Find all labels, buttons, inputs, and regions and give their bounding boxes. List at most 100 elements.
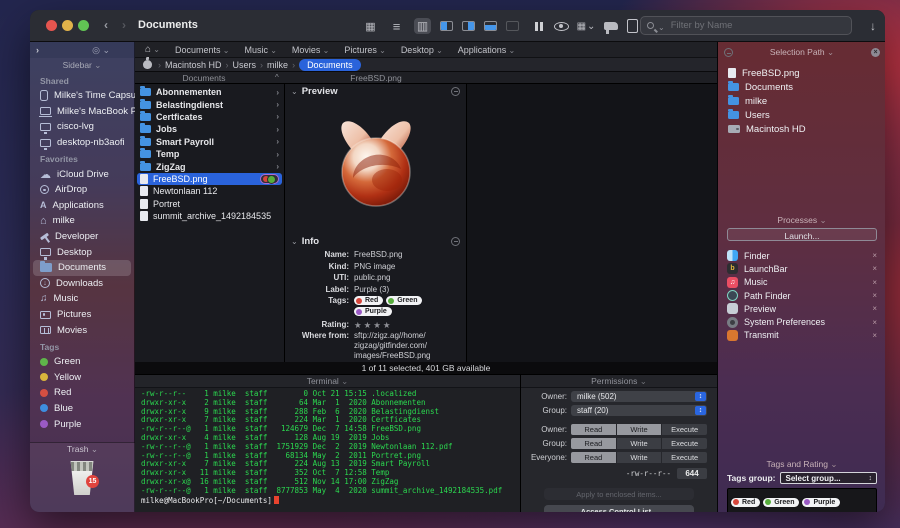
owner-write-toggle[interactable]: Write	[616, 424, 662, 435]
quit-process-icon[interactable]	[872, 331, 877, 340]
sidebar-item-desktop[interactable]: Desktop	[30, 244, 134, 260]
split-left-pane-button[interactable]	[440, 21, 453, 31]
file-row-folder[interactable]: Belastingdienst	[135, 98, 284, 110]
quit-process-icon[interactable]	[872, 304, 877, 313]
split-top-pane-button[interactable]	[506, 21, 519, 31]
quit-process-icon[interactable]	[872, 291, 877, 300]
documents-menu-dropdown[interactable]: Documents	[175, 45, 229, 55]
file-row[interactable]: summit_archive_1492184535	[135, 210, 284, 222]
sidebar-tag-blue[interactable]: Blue	[30, 401, 134, 417]
file-row-folder[interactable]: Certficates	[135, 110, 284, 123]
preview-section-header[interactable]: Preview	[285, 84, 466, 98]
octal-value-field[interactable]: 644	[677, 468, 707, 479]
minimize-window-button[interactable]	[62, 20, 73, 31]
info-section-header[interactable]: Info	[285, 234, 466, 248]
tag-pill-red[interactable]: Red	[354, 296, 384, 305]
selection-path-item-folder[interactable]: milke	[718, 94, 885, 108]
group-write-toggle[interactable]: Write	[616, 438, 662, 449]
sidebar-item-downloads[interactable]: Downloads	[30, 276, 134, 292]
collapse-drawer-icon[interactable]	[724, 48, 733, 57]
titlebar[interactable]: ‹ › Documents	[30, 10, 885, 42]
breadcrumb-users[interactable]: Users	[233, 60, 257, 70]
sidebar-item-documents[interactable]: Documents	[33, 259, 131, 276]
breadcrumb-current-documents[interactable]: Documents	[299, 58, 361, 71]
file-row-folder[interactable]: Abonnementen	[135, 86, 284, 98]
sidebar-item-developer[interactable]: Developer	[30, 229, 134, 245]
pictures-menu-dropdown[interactable]: Pictures	[344, 45, 385, 55]
download-arrow-icon[interactable]	[870, 19, 876, 33]
split-right-pane-button[interactable]	[462, 21, 475, 31]
owner-execute-toggle[interactable]: Execute	[662, 424, 708, 435]
collapse-pane-icon[interactable]	[451, 236, 460, 246]
applications-menu-dropdown[interactable]: Applications	[458, 45, 515, 55]
apple-icon[interactable]	[143, 57, 152, 69]
owner-read-toggle[interactable]: Read	[571, 424, 616, 435]
processes-title[interactable]: Processes	[724, 215, 880, 226]
group-execute-toggle[interactable]: Execute	[662, 438, 708, 449]
tags-rating-title[interactable]: Tags and Rating	[724, 459, 880, 470]
everyone-execute-toggle[interactable]: Execute	[662, 452, 708, 463]
sidebar-item-time-capsule[interactable]: Milke's Time Capsule	[30, 88, 143, 104]
quit-process-icon[interactable]	[872, 278, 877, 287]
view-options-dropdown-button[interactable]	[578, 18, 595, 34]
everyone-read-toggle[interactable]: Read	[571, 452, 616, 463]
sidebar-item-movies[interactable]: Movies	[30, 322, 134, 338]
sidebar-item-desktop-nb3aofi[interactable]: desktop-nb3aofi	[30, 135, 134, 151]
file-row[interactable]: Portret	[135, 198, 284, 210]
list-view-button[interactable]	[388, 18, 405, 34]
column-collapse-caret-icon[interactable]	[275, 72, 279, 84]
file-row[interactable]: Newtonlaan 112	[135, 185, 284, 197]
apply-to-enclosed-button[interactable]: Apply to enclosed items...	[544, 488, 694, 500]
breadcrumb-milke[interactable]: milke	[267, 60, 288, 70]
process-row-sysprefs[interactable]: System Preferences	[718, 315, 885, 328]
home-menu-dropdown[interactable]	[145, 44, 160, 55]
filter-input[interactable]	[668, 19, 845, 32]
tag-pill-purple[interactable]: Purple	[802, 497, 841, 507]
file-row-folder[interactable]: Jobs	[135, 123, 284, 135]
quit-process-icon[interactable]	[872, 251, 877, 260]
selection-path-item-drive[interactable]: Macintosh HD	[718, 122, 885, 136]
sidebar-item-pictures[interactable]: Pictures	[30, 307, 134, 323]
sidebar-tag-red[interactable]: Red	[30, 385, 134, 401]
breadcrumb-macintosh-hd[interactable]: Macintosh HD	[165, 60, 222, 70]
selection-path-title[interactable]: Selection Path	[733, 47, 871, 58]
empty-browser-column[interactable]	[467, 84, 717, 362]
movies-menu-dropdown[interactable]: Movies	[292, 45, 329, 55]
terminal-prompt[interactable]: milke@MacBookPro[~/Documents]	[141, 495, 514, 505]
collapse-pane-icon[interactable]	[451, 86, 460, 96]
terminal-output[interactable]: -rw-r--r-- 1 milke staff 0 Oct 21 15:15 …	[135, 388, 520, 507]
file-row-folder[interactable]: Smart Payroll	[135, 135, 284, 148]
quit-process-icon[interactable]	[872, 318, 877, 327]
sidebar-tag-purple[interactable]: Purple	[30, 416, 134, 432]
column-view-button[interactable]	[414, 18, 431, 34]
preview-eye-button[interactable]	[554, 21, 569, 31]
selection-path-item-folder[interactable]: Users	[718, 108, 885, 122]
back-button[interactable]: ‹	[104, 18, 108, 32]
tag-pill-purple[interactable]: Purple	[354, 307, 392, 316]
close-window-button[interactable]	[46, 20, 57, 31]
quit-process-icon[interactable]	[872, 264, 877, 273]
file-row-folder[interactable]: ZigZag	[135, 160, 284, 172]
search-scope-chevron-icon[interactable]	[658, 17, 665, 35]
process-row-finder[interactable]: Finder	[718, 249, 885, 262]
split-bottom-pane-button[interactable]	[484, 21, 497, 31]
zoom-window-button[interactable]	[78, 20, 89, 31]
sidebar-item-cisco-lvg[interactable]: cisco-lvg	[30, 119, 134, 135]
sidebar-item-home-milke[interactable]: milke	[30, 213, 134, 229]
tools-icon[interactable]	[604, 22, 618, 34]
selection-path-item-file[interactable]: FreeBSD.png	[718, 66, 885, 80]
trash-header[interactable]: Trash	[30, 443, 135, 456]
icon-view-button[interactable]	[362, 18, 379, 34]
owner-select[interactable]: milke (502)	[571, 391, 707, 402]
sidebar-item-macbook-pro[interactable]: Milke's MacBook Pro	[30, 104, 145, 120]
sidebar-item-applications[interactable]: Applications	[30, 198, 134, 214]
close-drawer-icon[interactable]	[871, 48, 880, 57]
permissions-pane-header[interactable]: Permissions	[521, 375, 717, 388]
process-row-preview[interactable]: Preview	[718, 302, 885, 315]
group-read-toggle[interactable]: Read	[571, 438, 616, 449]
new-document-button[interactable]	[627, 19, 638, 33]
music-menu-dropdown[interactable]: Music	[244, 45, 276, 55]
dual-pane-button[interactable]	[528, 18, 545, 34]
everyone-write-toggle[interactable]: Write	[616, 452, 662, 463]
sidebar-expand-chevron-icon[interactable]: ›	[36, 45, 39, 55]
